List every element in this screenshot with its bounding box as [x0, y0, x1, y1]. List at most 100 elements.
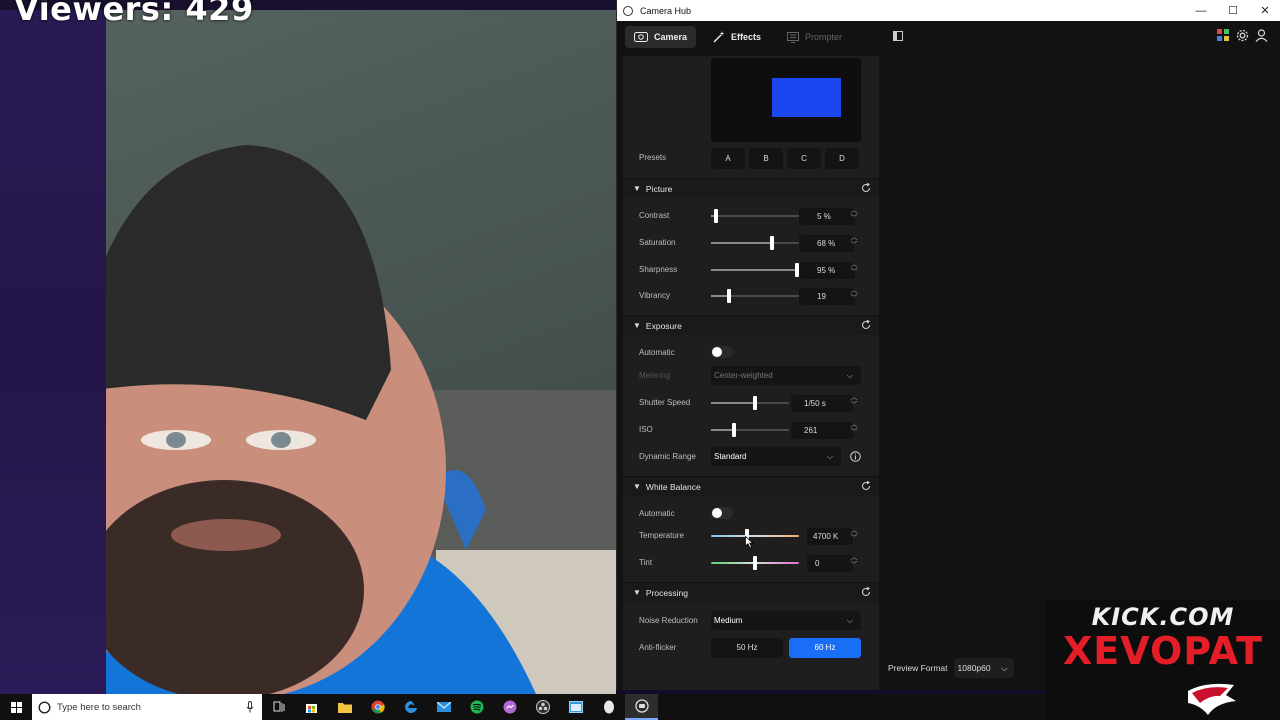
anti-flicker-60hz-button[interactable]: 60 Hz	[789, 638, 861, 658]
app-window-button[interactable]	[559, 694, 592, 720]
exposure-section-title: Exposure	[645, 320, 682, 331]
tab-prompter[interactable]: Prompter	[778, 26, 851, 48]
camera-preview-area	[623, 56, 879, 146]
vibrancy-label: Vibrancy	[639, 291, 670, 300]
gear-icon[interactable]	[1236, 29, 1249, 42]
store-icon	[306, 703, 317, 713]
taskbar-search-box[interactable]: Type here to search	[32, 694, 262, 720]
camera-hub-taskbar-button[interactable]	[625, 694, 658, 720]
saturation-value-input[interactable]: 68 %	[799, 235, 855, 252]
tab-camera[interactable]: Camera	[625, 26, 697, 48]
vibrancy-slider-thumb[interactable]	[727, 289, 731, 303]
saturation-spinner[interactable]: ︿ ﹀	[849, 234, 859, 252]
close-button[interactable]: ✕	[1249, 0, 1280, 21]
noise-reduction-label: Noise Reduction	[639, 616, 698, 625]
white-balance-reset-icon[interactable]	[861, 481, 871, 491]
iso-slider[interactable]	[711, 423, 789, 437]
exposure-reset-icon[interactable]	[861, 320, 871, 330]
edge-icon	[404, 701, 417, 713]
preset-c-button[interactable]: C	[787, 148, 821, 169]
iso-slider-thumb[interactable]	[731, 423, 736, 437]
preview-rectangle[interactable]	[772, 78, 841, 117]
sharpness-slider[interactable]	[711, 263, 801, 277]
exposure-automatic-row: Automatic	[623, 343, 879, 363]
window-app-icon	[568, 701, 583, 713]
anti-flicker-50hz-button[interactable]: 50 Hz	[711, 638, 783, 658]
temperature-value-input[interactable]: 4700 K	[807, 528, 853, 545]
chevron-down-icon: ⌵	[846, 371, 853, 380]
camera-hub-window: Camera Hub — ☐ ✕ Camera Effects Prompter	[616, 0, 1280, 690]
contrast-slider[interactable]	[711, 209, 801, 223]
stream-app-button[interactable]	[592, 694, 625, 720]
start-button[interactable]	[0, 694, 32, 720]
file-explorer-button[interactable]	[328, 694, 361, 720]
temperature-spinner[interactable]: ︿ ﹀	[849, 527, 859, 545]
microphone-icon[interactable]	[246, 701, 254, 713]
preview-format-dropdown[interactable]: 1080p60 ⌵	[953, 658, 1014, 678]
info-icon[interactable]	[850, 451, 861, 462]
maximize-button[interactable]: ☐	[1217, 0, 1249, 21]
vibrancy-row: Vibrancy 19 ︿ ﹀	[623, 286, 879, 306]
temperature-label: Temperature	[639, 531, 684, 540]
shutter-speed-spinner[interactable]: ︿ ﹀	[849, 394, 859, 412]
vibrancy-slider[interactable]	[711, 289, 801, 303]
messenger-button[interactable]	[493, 694, 526, 720]
shutter-speed-value-input[interactable]: 1/50 s	[791, 395, 853, 412]
spotify-button[interactable]	[460, 694, 493, 720]
tab-effects[interactable]: Effects	[704, 26, 770, 48]
dynamic-range-dropdown[interactable]: Standard ⌵	[711, 447, 841, 466]
white-balance-section-header[interactable]: ▼ White Balance	[623, 476, 879, 496]
processing-section-header[interactable]: ▼ Processing	[623, 582, 879, 602]
exposure-automatic-toggle[interactable]	[711, 346, 733, 358]
metering-dropdown[interactable]: Center-weighted ⌵	[711, 366, 861, 385]
tint-spinner[interactable]: ︿ ﹀	[849, 554, 859, 572]
minimize-button[interactable]: —	[1185, 0, 1217, 21]
wb-automatic-toggle[interactable]	[711, 507, 733, 519]
saturation-slider-thumb[interactable]	[770, 236, 775, 250]
wb-automatic-row: Automatic	[623, 504, 879, 524]
shutter-speed-slider[interactable]	[711, 396, 789, 410]
vibrancy-value-input[interactable]: 19	[799, 288, 855, 305]
picture-section-header[interactable]: ▼ Picture	[623, 178, 879, 198]
vibrancy-spinner[interactable]: ︿ ﹀	[849, 287, 859, 305]
noise-reduction-dropdown[interactable]: Medium ⌵	[711, 611, 861, 630]
contrast-row: Contrast 5 % ︿ ﹀	[623, 206, 879, 226]
contrast-slider-thumb[interactable]	[713, 209, 718, 223]
processing-reset-icon[interactable]	[861, 587, 871, 597]
picture-reset-icon[interactable]	[861, 183, 871, 193]
preset-a-button[interactable]: A	[711, 148, 745, 169]
sharpness-value-input[interactable]: 95 %	[799, 262, 855, 279]
mouse-cursor-icon	[745, 536, 754, 549]
dynamic-range-row: Dynamic Range Standard ⌵	[623, 447, 879, 467]
task-view-button[interactable]	[262, 694, 295, 720]
tint-value-input[interactable]: 0	[807, 555, 853, 572]
mail-button[interactable]	[427, 694, 460, 720]
stream-deck-icon[interactable]	[1217, 29, 1230, 42]
iso-spinner[interactable]: ︿ ﹀	[849, 421, 859, 439]
exposure-section-header[interactable]: ▼ Exposure	[623, 315, 879, 335]
sidebar-toggle-icon[interactable]	[893, 31, 903, 41]
preset-d-button[interactable]: D	[825, 148, 859, 169]
chrome-button[interactable]	[361, 694, 394, 720]
patriots-logo-icon	[1188, 683, 1236, 715]
tint-slider-thumb[interactable]	[753, 556, 757, 570]
saturation-label: Saturation	[639, 238, 676, 247]
temperature-slider[interactable]	[711, 529, 799, 543]
preset-b-button[interactable]: B	[749, 148, 783, 169]
obs-button[interactable]	[526, 694, 559, 720]
sharpness-spinner[interactable]: ︿ ﹀	[849, 261, 859, 279]
shutter-speed-label: Shutter Speed	[639, 398, 691, 407]
edge-button[interactable]	[394, 694, 427, 720]
window-titlebar: Camera Hub — ☐ ✕	[617, 0, 1280, 21]
saturation-slider[interactable]	[711, 236, 801, 250]
microsoft-store-button[interactable]	[295, 694, 328, 720]
iso-value-input[interactable]: 261	[791, 422, 853, 439]
tint-slider[interactable]	[711, 556, 799, 570]
preview-format-control: Preview Format 1080p60 ⌵	[888, 658, 1014, 678]
shutter-speed-slider-thumb[interactable]	[753, 396, 758, 410]
sharpness-row: Sharpness 95 % ︿ ﹀	[623, 260, 879, 280]
contrast-spinner[interactable]: ︿ ﹀	[849, 207, 859, 225]
user-account-icon[interactable]	[1255, 29, 1268, 42]
sharpness-slider-thumb[interactable]	[794, 263, 799, 277]
contrast-value-input[interactable]: 5 %	[799, 208, 855, 225]
